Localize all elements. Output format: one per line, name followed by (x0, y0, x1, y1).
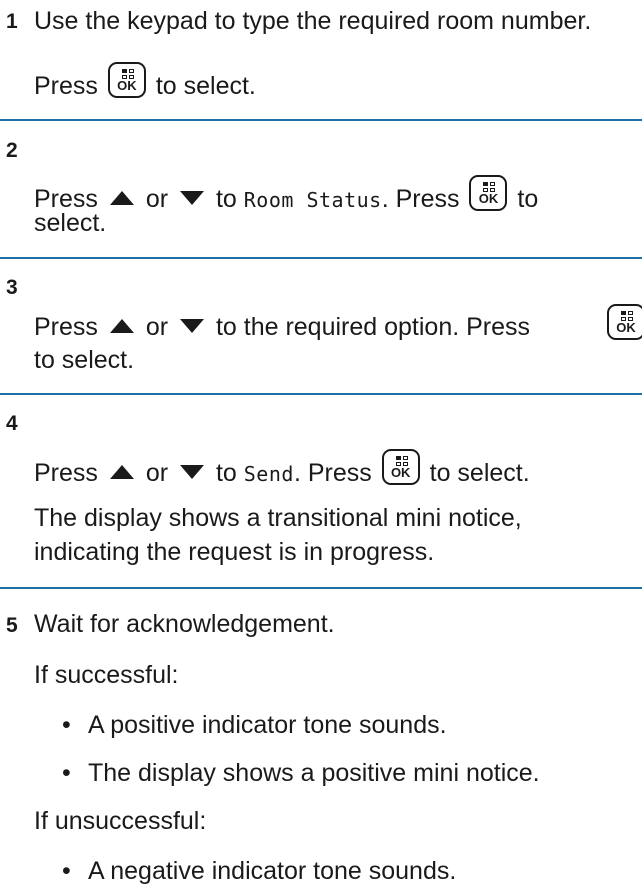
step-text: Press or to Send. Press OK to select. (34, 449, 530, 489)
up-arrow-icon (109, 191, 134, 205)
press-label: Press (34, 72, 98, 100)
step-text: Press OK to select. (34, 62, 256, 101)
step-number: 4 (6, 412, 18, 435)
separator (0, 587, 642, 589)
list-item: The display shows a positive mini notice… (88, 759, 540, 787)
step-text: to select. (34, 346, 135, 374)
to-select-label: to select. (155, 72, 256, 100)
success-label: If successful: (34, 661, 179, 689)
down-arrow-icon (180, 465, 204, 479)
step-text: select. (34, 209, 107, 237)
ok-button-icon: OK (469, 175, 508, 211)
step-text: Press or to Room Status. Press OK to (34, 175, 538, 215)
step-number: 2 (6, 139, 18, 162)
step-note: The display shows a transitional mini no… (34, 504, 522, 532)
step-text: Wait for acknowledgement. (34, 610, 335, 638)
list-item: A positive indicator tone sounds. (88, 711, 447, 739)
list-item: A negative indicator tone sounds. (88, 857, 457, 885)
fail-label: If unsuccessful: (34, 807, 207, 835)
separator (0, 119, 642, 121)
step-text: Use the keypad to type the required room… (34, 7, 592, 35)
ok-button-icon: OK (607, 304, 642, 340)
ok-label: OK (117, 78, 137, 93)
menu-item-room-status: Room Status (243, 188, 382, 212)
separator (0, 257, 642, 259)
step-text: Press or to the required option. Press (34, 313, 531, 341)
ok-button-icon: OK (107, 62, 146, 98)
down-arrow-icon (180, 191, 204, 205)
step-number: 3 (6, 276, 18, 299)
up-arrow-icon (109, 465, 134, 479)
step-note: indicating the request is in progress. (34, 538, 435, 566)
step-number: 1 (6, 10, 18, 33)
bullet-dot: • (62, 857, 71, 885)
ok-button-icon: OK (381, 449, 420, 485)
bullet-dot: • (62, 711, 71, 739)
down-arrow-icon (180, 319, 204, 333)
step-number: 5 (6, 614, 18, 637)
up-arrow-icon (109, 319, 134, 333)
menu-item-send: Send (243, 462, 294, 486)
bullet-dot: • (62, 759, 71, 787)
separator (0, 393, 642, 395)
